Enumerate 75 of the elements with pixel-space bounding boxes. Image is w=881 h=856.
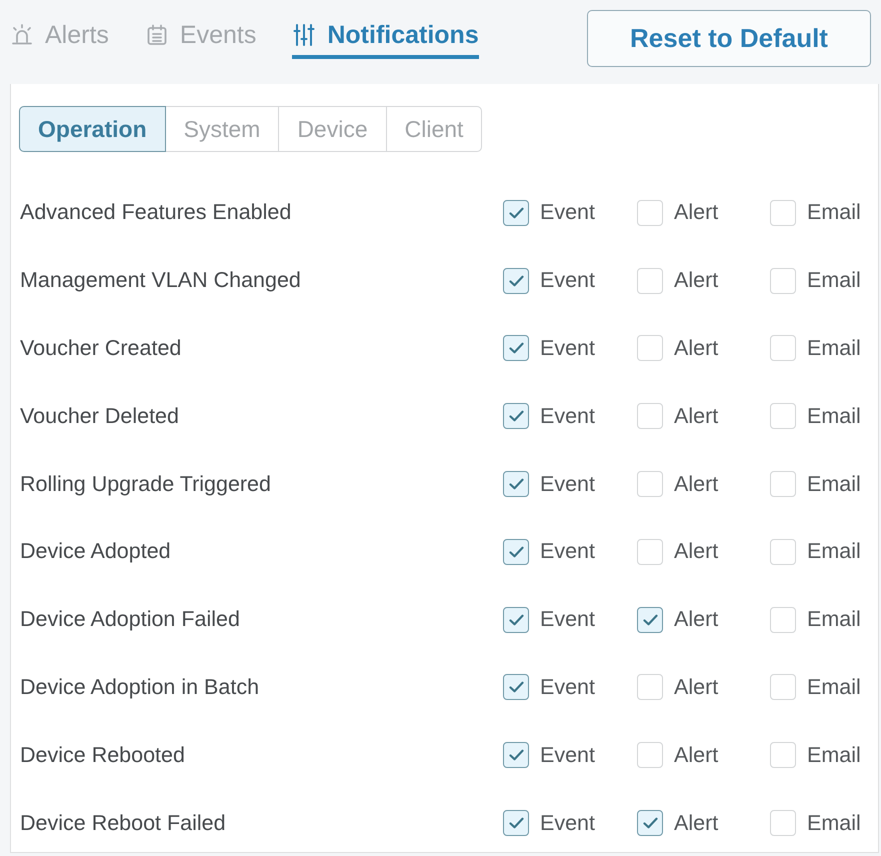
option-label: Alert	[674, 810, 718, 836]
checkbox[interactable]	[503, 403, 529, 430]
option-label: Email	[807, 268, 861, 294]
notification-name: Device Adoption Failed	[20, 607, 241, 632]
option-label: Alert	[674, 742, 718, 768]
option-label: Event	[540, 200, 595, 226]
checkbox[interactable]	[503, 674, 529, 700]
option-label: Alert	[674, 336, 718, 361]
nav-tab[interactable]: Alerts	[10, 10, 109, 59]
option-label: Email	[807, 539, 861, 564]
option-label: Event	[540, 472, 595, 497]
option-label: Email	[807, 336, 861, 361]
check-icon	[508, 410, 524, 422]
checkbox[interactable]	[637, 606, 663, 633]
checkbox[interactable]	[503, 471, 529, 498]
option-label: Event	[540, 607, 595, 632]
option-label: Alert	[674, 539, 718, 564]
notification-name: Device Adoption in Batch	[20, 674, 260, 700]
option-label: Alert	[674, 404, 718, 429]
check-icon	[508, 206, 524, 219]
sliders-icon	[292, 23, 316, 47]
checkbox[interactable]	[503, 200, 529, 226]
notification-name: Rolling Upgrade Triggered	[20, 472, 272, 497]
notification-name: Voucher Deleted	[20, 404, 180, 429]
notification-name: Voucher Created	[20, 336, 182, 361]
category-tab[interactable]: Client	[386, 106, 482, 152]
checkbox[interactable]	[503, 810, 529, 836]
check-icon	[508, 614, 524, 626]
option-label: Alert	[674, 472, 718, 497]
check-icon	[508, 681, 524, 694]
option-label: Email	[807, 810, 861, 836]
calendar-icon	[144, 23, 169, 47]
check-icon	[642, 817, 658, 830]
notification-name: Device Reboot Failed	[20, 810, 227, 836]
check-icon	[508, 817, 524, 830]
checkbox[interactable]	[637, 810, 663, 836]
option-label: Alert	[674, 674, 718, 700]
nav-tab[interactable]: Notifications	[292, 10, 479, 59]
option-label: Event	[540, 336, 595, 361]
option-label: Email	[807, 200, 861, 226]
reset-button[interactable]: Reset to Default	[587, 10, 871, 67]
nav-tab[interactable]: Events	[144, 10, 256, 59]
notification-name: Device Adopted	[20, 539, 172, 564]
check-icon	[508, 274, 524, 287]
option-label: Email	[807, 404, 861, 429]
option-label: Alert	[674, 268, 718, 294]
checkbox[interactable]	[503, 335, 529, 362]
siren-icon	[10, 23, 34, 47]
check-icon	[508, 478, 524, 490]
notification-name: Management VLAN Changed	[20, 268, 302, 294]
check-icon	[642, 614, 658, 626]
option-label: Event	[540, 539, 595, 564]
checkbox[interactable]	[503, 268, 529, 294]
checkbox[interactable]	[503, 742, 529, 768]
option-label: Email	[807, 472, 861, 497]
option-label: Email	[807, 674, 861, 700]
notification-name: Advanced Features Enabled	[20, 200, 292, 226]
check-icon	[508, 342, 524, 354]
notification-name: Device Rebooted	[20, 742, 186, 768]
option-label: Email	[807, 742, 861, 768]
category-tab[interactable]: Device	[278, 106, 387, 152]
option-label: Event	[540, 742, 595, 768]
category-tab[interactable]: System	[164, 106, 280, 152]
option-label: Event	[540, 674, 595, 700]
option-label: Event	[540, 268, 595, 294]
option-label: Event	[540, 810, 595, 836]
check-icon	[508, 546, 524, 558]
check-icon	[508, 749, 524, 762]
checkbox[interactable]	[503, 538, 529, 565]
option-label: Event	[540, 404, 595, 429]
option-label: Email	[807, 607, 861, 632]
option-label: Alert	[674, 607, 718, 632]
category-tab[interactable]: Operation	[19, 106, 166, 152]
checkbox[interactable]	[503, 606, 529, 633]
option-label: Alert	[674, 200, 718, 226]
